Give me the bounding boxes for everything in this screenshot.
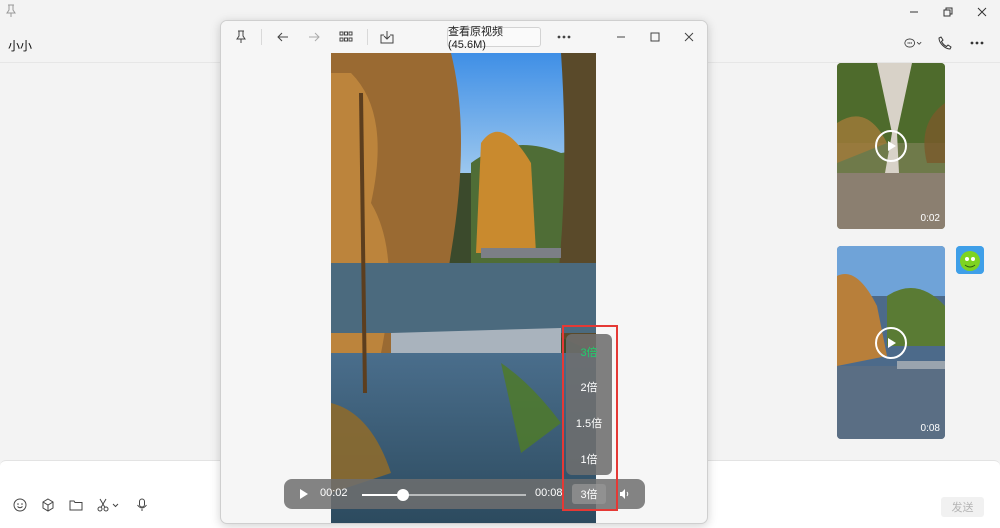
- input-toolbar: [12, 497, 150, 513]
- viewer-toolbar: 查看原视频(45.6M): [221, 21, 707, 53]
- restore-icon[interactable]: [938, 3, 958, 21]
- video-thumbnail[interactable]: 0:08: [837, 246, 945, 439]
- arrow-right-icon[interactable]: [304, 27, 324, 47]
- video-image: [331, 53, 596, 523]
- minimize-icon[interactable]: [904, 3, 924, 21]
- toolbar-divider: [367, 29, 368, 45]
- video-thumbnail[interactable]: 0:02: [837, 63, 945, 229]
- grid-icon[interactable]: [336, 27, 356, 47]
- video-duration: 0:08: [920, 423, 940, 434]
- highlight-box: [562, 325, 618, 511]
- minimize-icon[interactable]: [611, 27, 631, 47]
- avatar[interactable]: [956, 246, 984, 274]
- progress-slider[interactable]: [362, 489, 526, 501]
- more-icon[interactable]: [968, 34, 986, 52]
- pin-icon[interactable]: [5, 4, 17, 18]
- download-icon[interactable]: [377, 27, 397, 47]
- more-icon[interactable]: [554, 27, 574, 47]
- video-duration: 0:02: [920, 213, 940, 224]
- video-viewer-window: 查看原视频(45.6M) 3倍 2倍 1.5倍 1倍 00:02 00:08 3…: [220, 20, 708, 524]
- progress-knob[interactable]: [397, 489, 409, 501]
- phone-icon[interactable]: [936, 34, 954, 52]
- current-time: 00:02: [320, 487, 348, 499]
- maximize-icon[interactable]: [645, 27, 665, 47]
- chat-bubble-icon[interactable]: [904, 34, 922, 52]
- scissors-icon[interactable]: [96, 497, 122, 513]
- play-icon[interactable]: [298, 487, 310, 501]
- send-button[interactable]: 发送: [941, 497, 984, 517]
- video-frame[interactable]: [331, 53, 596, 523]
- close-icon[interactable]: [972, 3, 992, 21]
- chat-title: 小小: [8, 39, 33, 53]
- folder-icon[interactable]: [68, 497, 84, 513]
- cube-icon[interactable]: [40, 497, 56, 513]
- pin-icon[interactable]: [231, 27, 251, 47]
- chat-header-actions: [904, 34, 986, 52]
- toolbar-divider: [261, 29, 262, 45]
- view-original-video-button[interactable]: 查看原视频(45.6M): [447, 26, 541, 51]
- emoji-icon[interactable]: [12, 497, 28, 513]
- play-icon[interactable]: [875, 130, 907, 162]
- play-icon[interactable]: [875, 326, 907, 359]
- arrow-left-icon[interactable]: [273, 27, 293, 47]
- total-time: 00:08: [535, 487, 563, 499]
- volume-icon[interactable]: [618, 487, 632, 501]
- close-icon[interactable]: [679, 27, 699, 47]
- microphone-icon[interactable]: [134, 497, 150, 513]
